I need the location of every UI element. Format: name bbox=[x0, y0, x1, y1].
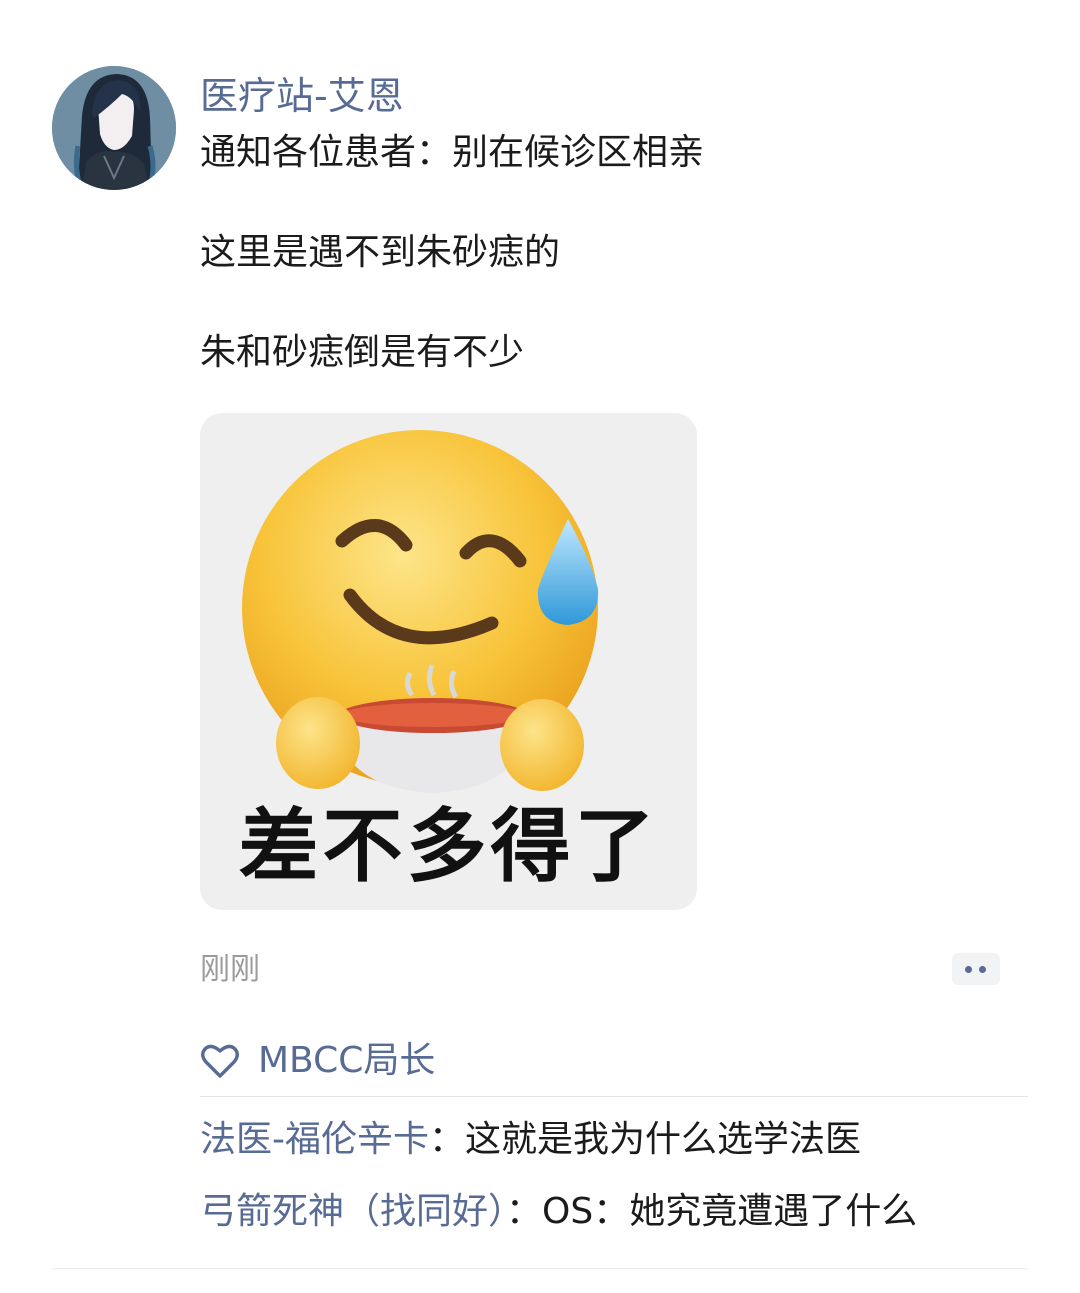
comment-item[interactable]: 法医-福伦辛卡：这就是我为什么选学法医 bbox=[200, 1115, 1028, 1165]
comment-item[interactable]: 弓箭死神（找同好）：OS：她究竟遭遇了什么 bbox=[200, 1187, 1028, 1237]
comment-author[interactable]: 弓箭死神（找同好） bbox=[200, 1191, 506, 1232]
like-user-name[interactable]: MBCC局长 bbox=[258, 1036, 435, 1086]
more-dot-icon bbox=[965, 966, 972, 973]
heart-icon bbox=[201, 1044, 239, 1078]
comment-separator: ： bbox=[429, 1119, 466, 1160]
post-author[interactable]: 医疗站-艾恩 bbox=[200, 70, 1040, 122]
comment-text: 这就是我为什么选学法医 bbox=[465, 1119, 862, 1160]
comment-author[interactable]: 法医-福伦辛卡 bbox=[200, 1119, 429, 1160]
post-text-line: 通知各位患者：别在候诊区相亲 bbox=[200, 132, 705, 173]
post-timestamp: 刚刚 bbox=[200, 952, 260, 987]
comment-text: OS：她究竟遭遇了什么 bbox=[542, 1191, 918, 1232]
post-text-line: 这里是遇不到朱砂痣的 bbox=[200, 232, 561, 273]
post-text-line: 朱和砂痣倒是有不少 bbox=[200, 332, 525, 373]
more-options-button[interactable] bbox=[952, 953, 1000, 985]
more-dot-icon bbox=[979, 966, 986, 973]
sticker-caption: 差不多得了 bbox=[238, 800, 659, 893]
avatar[interactable] bbox=[52, 66, 176, 190]
avatar-image bbox=[52, 66, 176, 190]
comment-separator: ： bbox=[506, 1191, 543, 1232]
likes-row: MBCC局长 bbox=[200, 1026, 1028, 1097]
divider bbox=[52, 1268, 1028, 1269]
post-content: 医疗站-艾恩 通知各位患者：别在候诊区相亲 这里是遇不到朱砂痣的 朱和砂痣倒是有… bbox=[200, 70, 1040, 378]
sticker-image[interactable]: 差不多得了 bbox=[200, 413, 697, 910]
interaction-panel: MBCC局长 法医-福伦辛卡：这就是我为什么选学法医 弓箭死神（找同好）：OS：… bbox=[200, 1026, 1028, 1237]
